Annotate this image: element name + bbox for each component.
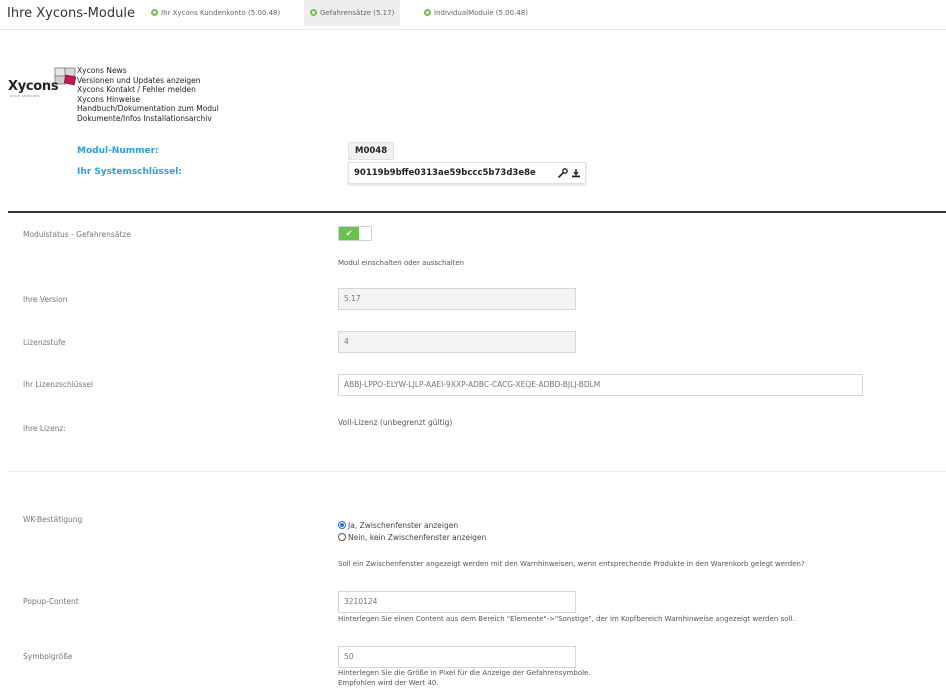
systemschluessel-label: Ihr Systemschlüssel: bbox=[77, 167, 182, 177]
logo-subtext: SHOP SERVICES bbox=[10, 94, 41, 98]
tab-label: IndividualModule (5.00.48) bbox=[434, 9, 528, 17]
section-divider-thin bbox=[8, 471, 946, 472]
link-handbuch[interactable]: Handbuch/Dokumentation zum Modul bbox=[77, 104, 219, 114]
link-dokumente[interactable]: Dokumente/Infos Installationsarchiv bbox=[77, 114, 219, 124]
tab-label: Gefahrensätze (5.17) bbox=[320, 9, 395, 17]
section-divider bbox=[8, 211, 946, 213]
lizenz-value: Voll-Lizenz (unbegrenzt gültig) bbox=[338, 418, 453, 427]
wk-bestaetigung-label: WK-Bestätigung bbox=[23, 515, 83, 524]
link-kontakt[interactable]: Xycons Kontakt / Fehler melden bbox=[77, 85, 219, 95]
popup-content-label: Popup-Content bbox=[23, 597, 79, 606]
symbolgroesse-help-2: Empfohlen wird der Wert 40. bbox=[338, 679, 439, 687]
tab-label: Ihr Xycons Kundenkonto (5.00.48) bbox=[161, 9, 281, 17]
lizenzstufe-field[interactable]: 4 bbox=[338, 331, 576, 353]
check-icon: ✔ bbox=[339, 227, 359, 240]
link-hinweise[interactable]: Xycons Hinweise bbox=[77, 95, 219, 105]
modulstatus-help: Modul einschalten oder ausschalten bbox=[338, 259, 465, 267]
version-label: Ihre Version bbox=[23, 295, 68, 304]
page-title: Ihre Xycons-Module bbox=[7, 6, 135, 21]
status-dot-icon bbox=[310, 9, 317, 16]
top-bar: Ihre Xycons-Module Ihr Xycons Kundenkont… bbox=[0, 0, 946, 30]
popup-content-field[interactable]: 3210124 bbox=[338, 591, 576, 613]
lizenz-label: Ihre Lizenz: bbox=[23, 424, 66, 433]
radio-nein-label: Nein, kein Zwischenfenster anzeigen bbox=[348, 533, 487, 542]
lizenzstufe-label: Lizenzstufe bbox=[23, 338, 66, 347]
status-dot-icon bbox=[424, 9, 431, 16]
symbolgroesse-field[interactable]: 50 bbox=[338, 646, 576, 668]
wrench-icon[interactable] bbox=[558, 167, 568, 178]
symbolgroesse-label: Symbolgröße bbox=[23, 652, 73, 661]
link-versionen[interactable]: Versionen und Updates anzeigen bbox=[77, 76, 219, 86]
radio-unchecked-icon bbox=[338, 533, 346, 541]
module-links: Xycons News Versionen und Updates anzeig… bbox=[77, 66, 219, 124]
lizenzschluessel-label: Ihr Lizenzschlüssel bbox=[23, 380, 94, 389]
radio-ja[interactable]: Ja, Zwischenfenster anzeigen bbox=[338, 520, 458, 530]
radio-ja-label: Ja, Zwischenfenster anzeigen bbox=[348, 521, 459, 530]
radio-nein[interactable]: Nein, kein Zwischenfenster anzeigen bbox=[338, 532, 486, 542]
modul-nummer-label: Modul-Nummer: bbox=[77, 146, 159, 156]
xycons-logo: Xycons SHOP SERVICES bbox=[8, 66, 77, 98]
status-dot-icon bbox=[151, 9, 158, 16]
modulstatus-toggle[interactable]: ✔ bbox=[338, 226, 372, 241]
systemschluessel-box: 90119b9bffe0313ae59bccc5b73d3e8e bbox=[348, 162, 586, 184]
version-field[interactable]: 5.17 bbox=[338, 288, 576, 310]
lizenzschluessel-field[interactable]: ABBJ-LPPO-ELYW-LJLP-AAEI-9XXP-ADBC-CACG-… bbox=[338, 374, 863, 396]
systemschluessel-value: 90119b9bffe0313ae59bccc5b73d3e8e bbox=[354, 168, 536, 178]
popup-content-help: Hinterlegen Sie einen Content aus dem Be… bbox=[338, 615, 795, 623]
tab-kundenkonto[interactable]: Ihr Xycons Kundenkonto (5.00.48) bbox=[145, 0, 286, 26]
logo-text: Xycons bbox=[8, 79, 59, 94]
download-icon[interactable] bbox=[571, 168, 581, 178]
symbolgroesse-help-1: Hinterlegen Sie die Größe in Pixel für d… bbox=[338, 669, 591, 677]
wk-bestaetigung-help: Soll ein Zwischenfenster angezeigt werde… bbox=[338, 560, 805, 568]
modulstatus-label: Modulstatus - Gefahrensätze bbox=[23, 230, 131, 239]
radio-checked-icon bbox=[338, 521, 346, 529]
tab-individualmodule[interactable]: IndividualModule (5.00.48) bbox=[418, 0, 534, 26]
link-news[interactable]: Xycons News bbox=[77, 66, 219, 76]
tab-gefahrensaetze[interactable]: Gefahrensätze (5.17) bbox=[304, 0, 401, 26]
modul-nummer-value: M0048 bbox=[348, 142, 395, 160]
